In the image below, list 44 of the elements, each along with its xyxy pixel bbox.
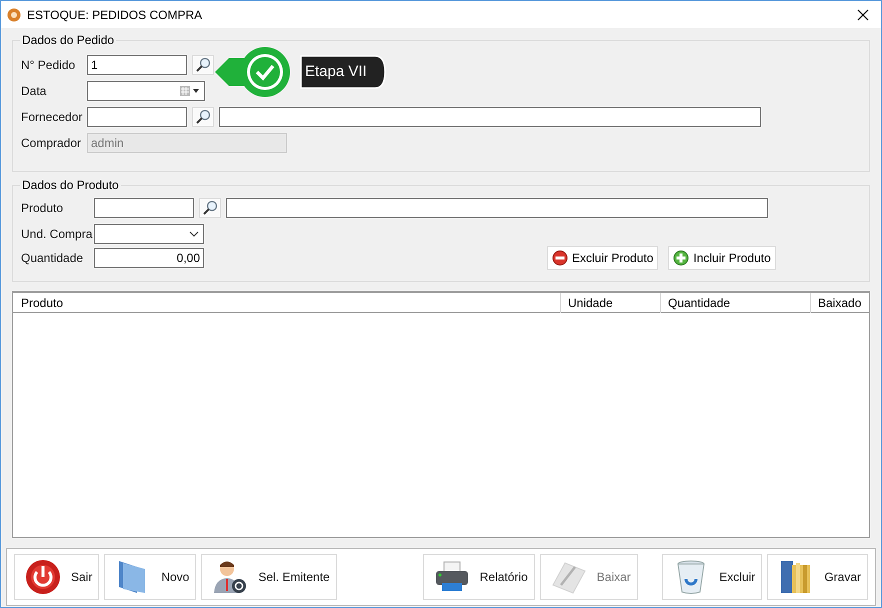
toolbar-button[interactable]: Sel. Emitente [201, 554, 337, 600]
column-header[interactable]: Baixado [810, 293, 869, 313]
calendar-icon [180, 86, 200, 96]
column-header[interactable]: Quantidade [660, 293, 810, 313]
plus-icon [673, 250, 690, 266]
action-button[interactable]: Incluir Produto [668, 246, 776, 270]
description-field[interactable] [219, 107, 761, 127]
group-title: Dados do Produto [20, 178, 121, 192]
description-field[interactable] [226, 198, 768, 218]
search-icon [195, 109, 211, 125]
field-label: Fornecedor [21, 110, 82, 124]
action-button[interactable]: Excluir Produto [547, 246, 658, 270]
power-icon [25, 559, 61, 595]
input-field[interactable]: 0,00 [94, 248, 204, 268]
chevron-down-icon [189, 231, 199, 237]
close-icon[interactable] [857, 8, 869, 20]
field-label: N° Pedido [21, 58, 76, 72]
step-label: Etapa VII [305, 63, 367, 80]
input-field[interactable] [87, 107, 187, 127]
search-icon [195, 57, 211, 73]
input-field[interactable] [94, 198, 194, 218]
field-label: Data [21, 84, 48, 98]
minus-icon [552, 250, 568, 266]
field-label: Comprador [21, 136, 82, 150]
column-header[interactable]: Unidade [560, 293, 660, 313]
toolbar-button[interactable]: Relatório [422, 554, 535, 600]
toolbar-button[interactable]: Sair [14, 554, 100, 600]
app-logo-icon [7, 8, 21, 22]
search-button[interactable] [192, 107, 214, 127]
input-field[interactable]: 1 [87, 55, 187, 75]
dropdown[interactable] [94, 224, 204, 244]
field-label: Quantidade [21, 251, 84, 265]
toolbar-button[interactable]: Excluir [662, 554, 762, 600]
group-title: Dados do Pedido [20, 33, 116, 47]
date-picker[interactable] [87, 81, 205, 101]
search-button[interactable] [199, 198, 221, 218]
column-header[interactable]: Produto [13, 293, 560, 313]
search-button[interactable] [192, 55, 214, 75]
search-icon [202, 200, 218, 216]
toolbar-button[interactable]: Novo [104, 554, 196, 600]
toolbar-button[interactable]: Gravar [767, 554, 868, 600]
person-icon [212, 559, 248, 595]
field-label: Produto [21, 201, 64, 215]
window-title: ESTOQUE: PEDIDOS COMPRA [27, 8, 204, 22]
